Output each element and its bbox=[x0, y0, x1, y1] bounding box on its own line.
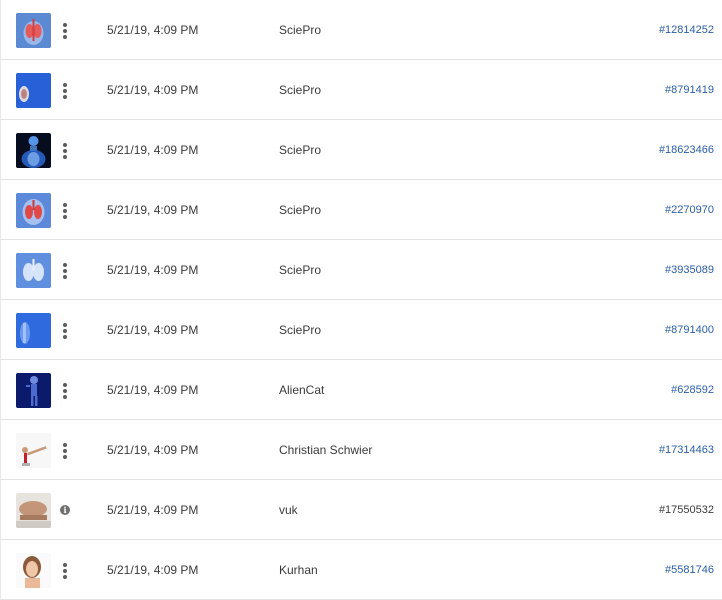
info-icon[interactable]: i bbox=[60, 505, 70, 515]
date-label: 5/21/19, 4:09 PM bbox=[107, 83, 199, 97]
more-options-icon[interactable] bbox=[59, 441, 71, 461]
list-item[interactable]: 5/21/19, 4:09 PM Kurhan #5581746 bbox=[1, 541, 722, 600]
list-item[interactable]: 5/21/19, 4:09 PM SciePro #12814252 bbox=[1, 1, 722, 60]
author-label: vuk bbox=[279, 503, 298, 517]
author-label: Kurhan bbox=[279, 563, 318, 577]
lungs-red-thumbnail[interactable] bbox=[16, 193, 51, 228]
author-label: SciePro bbox=[279, 23, 322, 37]
asset-list: 5/21/19, 4:09 PM SciePro #12814252 5/21/… bbox=[0, 0, 722, 600]
list-item[interactable]: 5/21/19, 4:09 PM SciePro #8791400 bbox=[1, 301, 722, 360]
date-label: 5/21/19, 4:09 PM bbox=[107, 23, 199, 37]
date-label: 5/21/19, 4:09 PM bbox=[107, 503, 199, 517]
blue-body-thumbnail[interactable] bbox=[16, 313, 51, 348]
asset-id-link[interactable]: #17314463 bbox=[659, 421, 714, 480]
more-options-icon[interactable] bbox=[59, 321, 71, 341]
lungs-blue-thumbnail[interactable] bbox=[16, 253, 51, 288]
asset-id: #17550532 bbox=[658, 504, 714, 516]
list-item[interactable]: 5/21/19, 4:09 PM AlienCat #628592 bbox=[1, 361, 722, 420]
list-item[interactable]: i 5/21/19, 4:09 PM vuk #17550532 bbox=[1, 481, 722, 540]
list-item[interactable]: 5/21/19, 4:09 PM Christian Schwier #1731… bbox=[1, 421, 722, 480]
author-label: AlienCat bbox=[279, 383, 325, 397]
list-item[interactable]: 5/21/19, 4:09 PM SciePro #3935089 bbox=[1, 241, 722, 300]
more-options-icon[interactable] bbox=[59, 201, 71, 221]
date-label: 5/21/19, 4:09 PM bbox=[107, 203, 199, 217]
list-item[interactable]: 5/21/19, 4:09 PM SciePro #8791419 bbox=[1, 61, 722, 120]
asset-id-link[interactable]: #3935089 bbox=[665, 241, 714, 300]
author-label: SciePro bbox=[279, 323, 322, 337]
author-label: Christian Schwier bbox=[279, 443, 373, 457]
date-label: 5/21/19, 4:09 PM bbox=[107, 263, 199, 277]
asset-id-link[interactable]: #12814252 bbox=[659, 1, 714, 60]
blue-joint-thumbnail[interactable] bbox=[16, 73, 51, 108]
asset-id-link[interactable]: #8791419 bbox=[665, 61, 714, 120]
more-options-icon[interactable] bbox=[59, 261, 71, 281]
dark-skeleton-thumbnail[interactable] bbox=[16, 373, 51, 408]
more-options-icon[interactable] bbox=[59, 21, 71, 41]
author-label: SciePro bbox=[279, 203, 322, 217]
more-options-icon[interactable] bbox=[59, 81, 71, 101]
gymnast-thumbnail[interactable] bbox=[16, 433, 51, 468]
author-label: SciePro bbox=[279, 143, 322, 157]
more-options-icon[interactable] bbox=[59, 141, 71, 161]
list-item[interactable]: 5/21/19, 4:09 PM SciePro #18623466 bbox=[1, 121, 722, 180]
more-options-icon[interactable] bbox=[59, 381, 71, 401]
date-label: 5/21/19, 4:09 PM bbox=[107, 383, 199, 397]
date-label: 5/21/19, 4:09 PM bbox=[107, 143, 199, 157]
list-item[interactable]: 5/21/19, 4:09 PM SciePro #2270970 bbox=[1, 181, 722, 240]
asset-id-link[interactable]: #8791400 bbox=[665, 301, 714, 360]
arm-muscle-thumbnail[interactable] bbox=[16, 493, 51, 528]
asset-id-link[interactable]: #2270970 bbox=[665, 181, 714, 240]
anatomy-organs-thumbnail[interactable] bbox=[16, 13, 51, 48]
author-label: SciePro bbox=[279, 83, 322, 97]
author-label: SciePro bbox=[279, 263, 322, 277]
date-label: 5/21/19, 4:09 PM bbox=[107, 563, 199, 577]
asset-id-link[interactable]: #18623466 bbox=[659, 121, 714, 180]
date-label: 5/21/19, 4:09 PM bbox=[107, 443, 199, 457]
more-options-icon[interactable] bbox=[59, 561, 71, 581]
asset-id-link[interactable]: #628592 bbox=[671, 361, 714, 420]
asset-id-link[interactable]: #5581746 bbox=[665, 541, 714, 600]
woman-portrait-thumbnail[interactable] bbox=[16, 553, 51, 588]
date-label: 5/21/19, 4:09 PM bbox=[107, 323, 199, 337]
xray-skeleton-thumbnail[interactable] bbox=[16, 133, 51, 168]
